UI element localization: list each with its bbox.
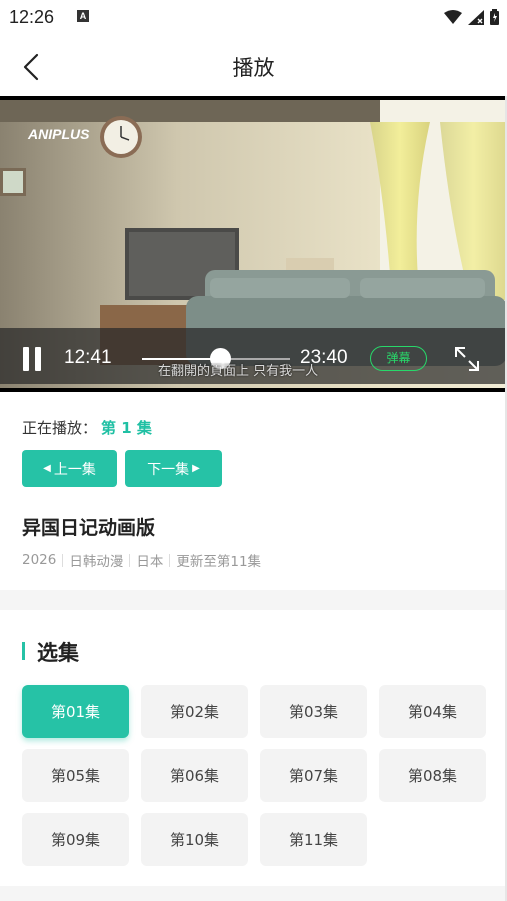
fullscreen-icon <box>455 347 479 371</box>
status-bar: 12:26 A <box>0 0 507 34</box>
episode-item[interactable]: 第01集 <box>22 685 129 738</box>
show-title: 异国日记动画版 <box>22 517 156 539</box>
signal-icon <box>468 9 484 25</box>
bottom-divider <box>0 886 507 901</box>
meta-divider <box>62 553 64 567</box>
now-playing: 正在播放：第 1 集 <box>22 417 152 438</box>
battery-icon <box>490 9 499 25</box>
triangle-left-icon: ◀ <box>43 463 51 474</box>
episode-item[interactable]: 第04集 <box>379 685 486 738</box>
player-controls: 12:41 在翻開的頁面上 只有我一人 23:40 弹幕 <box>0 328 507 384</box>
next-episode-label: 下一集 <box>147 461 190 478</box>
current-time: 12:41 <box>64 347 112 368</box>
meta-divider <box>129 553 131 567</box>
episode-item[interactable]: 第07集 <box>260 749 367 802</box>
now-playing-label: 正在播放： <box>22 419 98 437</box>
notification-icon: A <box>77 10 89 22</box>
meta-year: 2026 <box>22 552 57 568</box>
episode-item[interactable]: 第03集 <box>260 685 367 738</box>
subtitle-text: 在翻開的頁面上 只有我一人 <box>158 364 319 379</box>
show-meta: 2026 日韩动漫 日本 更新至第11集 <box>22 550 261 570</box>
danmaku-toggle[interactable]: 弹幕 <box>370 346 427 371</box>
wifi-icon <box>444 10 462 24</box>
episode-item[interactable]: 第09集 <box>22 813 129 866</box>
episode-item[interactable]: 第05集 <box>22 749 129 802</box>
section-accent-bar <box>22 642 25 660</box>
meta-update-status: 更新至第11集 <box>176 554 262 570</box>
episode-item[interactable]: 第02集 <box>141 685 248 738</box>
next-episode-button[interactable]: 下一集 ▶ <box>125 450 222 487</box>
episode-item[interactable]: 第06集 <box>141 749 248 802</box>
episode-info: 正在播放：第 1 集 ◀ 上一集 下一集 ▶ 异国日记动画版 2026 日韩动漫… <box>0 392 507 590</box>
meta-category: 日韩动漫 <box>69 554 124 570</box>
section-title: 选集 <box>37 641 79 665</box>
fullscreen-button[interactable] <box>452 344 482 374</box>
section-divider <box>0 590 507 610</box>
meta-divider <box>169 553 171 567</box>
triangle-right-icon: ▶ <box>192 463 200 474</box>
total-time: 23:40 <box>300 347 348 368</box>
prev-episode-label: 上一集 <box>53 461 96 478</box>
video-player[interactable]: ANIPLUS 12:41 在翻開的頁面上 只有我一人 23:40 弹幕 <box>0 96 507 392</box>
pause-button[interactable] <box>23 347 45 371</box>
now-playing-episode: 第 1 集 <box>101 419 152 437</box>
meta-region: 日本 <box>136 554 164 570</box>
episode-selector: 选集 第01集 第02集 第03集 第04集 第05集 第06集 第07集 第08集 第09集第… <box>0 610 507 886</box>
pause-icon <box>23 347 29 371</box>
status-icons <box>444 9 499 25</box>
page-title: 播放 <box>232 56 275 80</box>
episode-item[interactable]: 第08集 <box>379 749 486 802</box>
prev-episode-button[interactable]: ◀ 上一集 <box>22 450 117 487</box>
episode-item[interactable]: 第10集 <box>141 813 248 866</box>
top-bar: 播放 <box>0 34 507 96</box>
status-time: 12:26 <box>9 7 55 27</box>
episode-item[interactable]: 第11集 <box>260 813 367 866</box>
channel-logo: ANIPLUS <box>27 126 90 142</box>
